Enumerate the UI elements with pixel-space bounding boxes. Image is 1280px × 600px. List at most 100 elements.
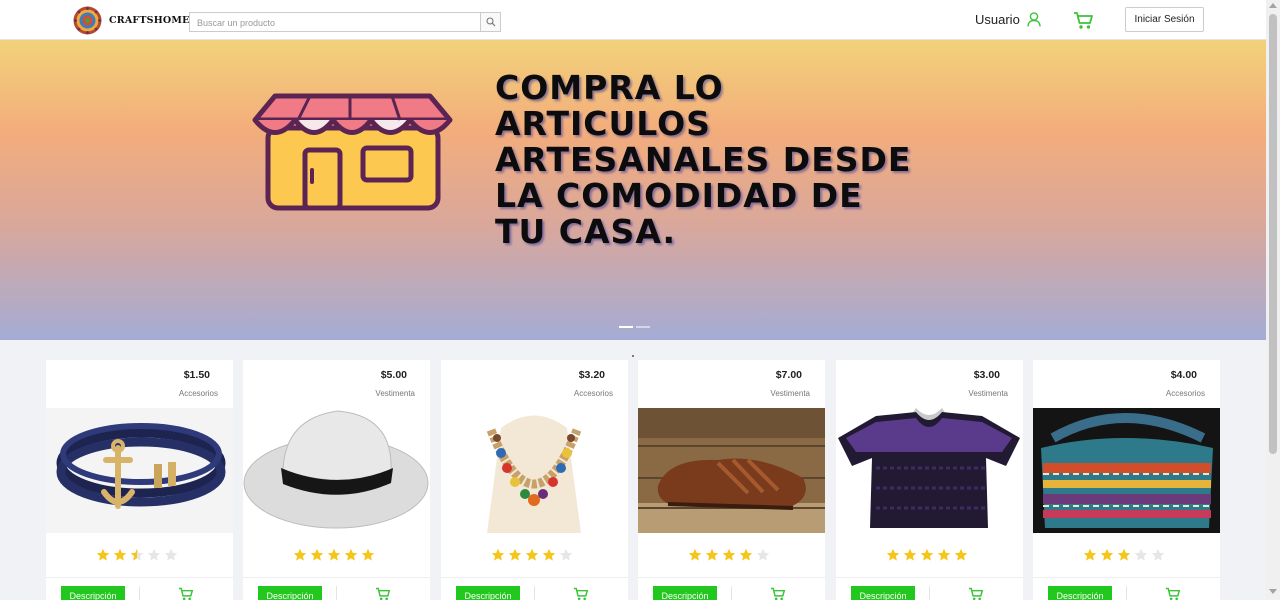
footer-divider — [139, 586, 140, 600]
star-filled-icon — [1083, 548, 1097, 561]
star-filled-icon — [525, 548, 539, 561]
card-footer: Descripción — [243, 577, 430, 600]
page-scrollbar[interactable] — [1266, 0, 1280, 600]
product-category: Vestimenta — [375, 389, 415, 398]
star-empty-icon — [559, 548, 573, 561]
product-price: $5.00 — [380, 369, 407, 381]
star-filled-icon — [920, 548, 934, 561]
user-menu[interactable]: Usuario — [975, 12, 1041, 27]
star-filled-icon — [688, 548, 702, 561]
star-empty-icon — [1151, 548, 1165, 561]
star-filled-icon — [327, 548, 341, 561]
brand-name[interactable]: CRAFTSHOME — [109, 15, 190, 26]
card-footer: Descripción — [638, 577, 825, 600]
product-price: $3.20 — [578, 369, 605, 381]
banner-line: ARTESANALES DESDE — [495, 140, 912, 179]
description-button[interactable]: Descripción — [456, 586, 520, 600]
star-filled-icon — [739, 548, 753, 561]
add-to-cart-icon[interactable] — [375, 587, 391, 600]
description-button[interactable]: Descripción — [258, 586, 322, 600]
banner-line: TU CASA. — [495, 212, 677, 251]
star-filled-icon — [361, 548, 375, 561]
carousel-indicator-2[interactable] — [636, 326, 650, 328]
footer-divider — [1126, 586, 1127, 600]
card-footer: Descripción — [836, 577, 1023, 600]
rating-stars — [1083, 548, 1165, 562]
product-card[interactable]: $4.00 Accesorios Descripción — [1033, 360, 1220, 600]
necklace-image[interactable] — [441, 408, 628, 533]
rating-stars — [96, 548, 178, 562]
star-empty-icon — [1134, 548, 1148, 561]
description-button[interactable]: Descripción — [851, 586, 915, 600]
search-input[interactable] — [190, 14, 480, 32]
add-to-cart-icon[interactable] — [1165, 587, 1181, 600]
carousel-indicators — [619, 326, 650, 328]
carousel-indicator-1[interactable] — [619, 326, 633, 328]
add-to-cart-icon[interactable] — [573, 587, 589, 600]
star-empty-icon — [756, 548, 770, 561]
star-filled-icon — [113, 548, 127, 561]
star-filled-icon — [344, 548, 358, 561]
product-category: Accesorios — [573, 389, 613, 398]
card-footer: Descripción — [441, 577, 628, 600]
star-filled-icon — [310, 548, 324, 561]
blouse-image[interactable] — [836, 408, 1023, 533]
bracelet-image[interactable] — [46, 408, 233, 533]
star-filled-icon — [542, 548, 556, 561]
star-filled-icon — [954, 548, 968, 561]
rating-stars — [293, 548, 375, 562]
description-button[interactable]: Descripción — [653, 586, 717, 600]
product-card[interactable]: $1.50 Accesorios Descripción — [46, 360, 233, 600]
bag-image[interactable] — [1033, 408, 1220, 533]
star-half-icon — [130, 548, 144, 561]
product-card[interactable]: $7.00 Vestimenta Descripción — [638, 360, 825, 600]
footer-divider — [731, 586, 732, 600]
star-empty-icon — [147, 548, 161, 561]
star-filled-icon — [96, 548, 110, 561]
scroll-thumb[interactable] — [1269, 14, 1277, 454]
footer-divider — [534, 586, 535, 600]
rating-stars — [491, 548, 573, 562]
product-category: Accesorios — [178, 389, 218, 398]
banner-headline: COMPRA LO ARTICULOS ARTESANALES DESDE LA… — [495, 70, 911, 250]
product-price: $3.00 — [973, 369, 1000, 381]
star-filled-icon — [722, 548, 736, 561]
star-filled-icon — [937, 548, 951, 561]
card-footer: Descripción — [1033, 577, 1220, 600]
login-button[interactable]: Iniciar Sesión — [1125, 7, 1204, 32]
product-price: $4.00 — [1170, 369, 1197, 381]
product-card[interactable]: $3.00 Vestimenta Descripción — [836, 360, 1023, 600]
search-bar — [189, 12, 501, 32]
product-price: $7.00 — [775, 369, 802, 381]
search-button[interactable] — [480, 13, 500, 31]
product-category: Vestimenta — [770, 389, 810, 398]
star-filled-icon — [508, 548, 522, 561]
footer-divider — [929, 586, 930, 600]
hero-carousel[interactable]: COMPRA LO ARTICULOS ARTESANALES DESDE LA… — [0, 40, 1266, 340]
top-header: CRAFTSHOME Usuario Iniciar Sesión — [0, 0, 1266, 40]
product-card[interactable]: $5.00 Vestimenta Descripción — [243, 360, 430, 600]
hat-image[interactable] — [243, 408, 430, 533]
scroll-down-arrow-icon[interactable] — [1269, 589, 1277, 594]
description-button[interactable]: Descripción — [1048, 586, 1112, 600]
add-to-cart-icon[interactable] — [178, 587, 194, 600]
search-icon — [485, 17, 495, 27]
star-filled-icon — [886, 548, 900, 561]
divider-dot — [632, 355, 634, 357]
banner-line: LA COMODIDAD DE — [495, 176, 863, 215]
banner-line: COMPRA LO — [495, 68, 724, 107]
add-to-cart-icon[interactable] — [770, 587, 786, 600]
product-category: Vestimenta — [968, 389, 1008, 398]
footer-divider — [336, 586, 337, 600]
description-button[interactable]: Descripción — [61, 586, 125, 600]
star-filled-icon — [705, 548, 719, 561]
star-filled-icon — [903, 548, 917, 561]
cart-icon[interactable] — [1073, 11, 1094, 30]
star-filled-icon — [1100, 548, 1114, 561]
scroll-up-arrow-icon[interactable] — [1269, 3, 1277, 8]
banner-line: ARTICULOS — [495, 104, 711, 143]
shoe-image[interactable] — [638, 408, 825, 533]
product-card[interactable]: $3.20 Accesorios Descripción — [441, 360, 628, 600]
add-to-cart-icon[interactable] — [968, 587, 984, 600]
mandala-logo-icon[interactable] — [73, 6, 102, 35]
